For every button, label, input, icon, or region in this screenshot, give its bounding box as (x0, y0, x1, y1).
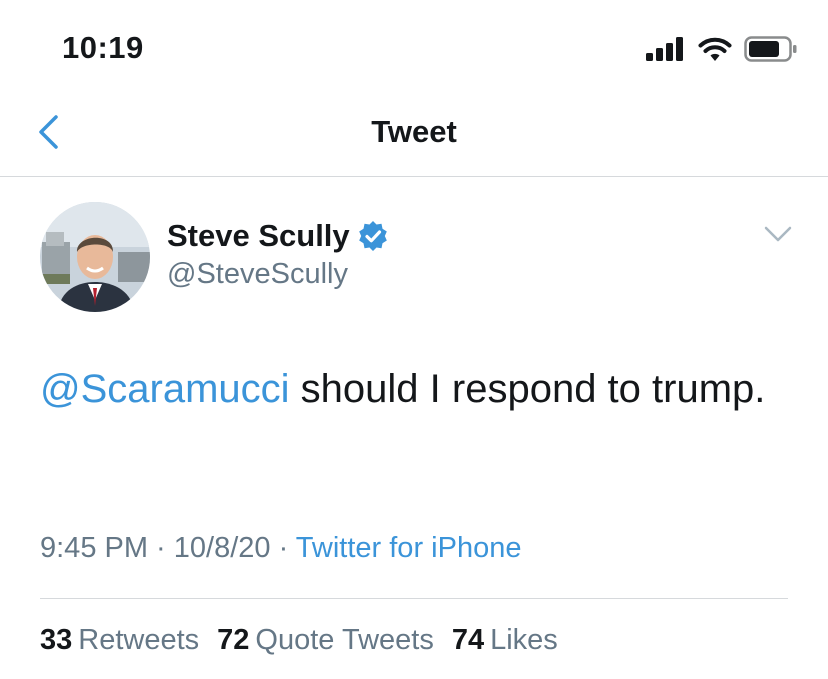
likes-stat[interactable]: 74 Likes (452, 624, 558, 657)
quote-tweets-stat[interactable]: 72 Quote Tweets (217, 624, 434, 657)
avatar-image (40, 202, 150, 312)
wifi-icon (698, 37, 732, 61)
retweets-count: 33 (40, 624, 73, 656)
tweet-body: should I respond to trump. (289, 367, 766, 411)
author-name[interactable]: Steve Scully (167, 218, 350, 254)
retweets-stat[interactable]: 33 Retweets (40, 624, 199, 657)
tweet-meta: 9:45 PM · 10/8/20 · Twitter for iPhone (40, 532, 521, 565)
avatar[interactable] (40, 202, 150, 312)
meta-separator: · (148, 532, 174, 564)
quote-tweets-label: Quote Tweets (255, 624, 434, 656)
tweet-date: 10/8/20 (173, 532, 271, 564)
verified-badge-icon (358, 221, 387, 251)
tweet-source-link[interactable]: Twitter for iPhone (296, 532, 522, 564)
likes-label: Likes (490, 624, 558, 656)
status-time: 10:19 (62, 30, 144, 65)
author-name-row[interactable]: Steve Scully (167, 218, 388, 254)
tweet-stats: 33 Retweets 72 Quote Tweets 74 Likes (40, 624, 576, 657)
divider (40, 598, 788, 599)
status-icons (646, 36, 798, 62)
likes-count: 74 (451, 624, 485, 656)
quote-tweets-count: 72 (217, 624, 250, 656)
meta-separator: · (270, 532, 296, 564)
author-handle[interactable]: @SteveScully (167, 258, 348, 291)
battery-icon (744, 36, 797, 62)
status-bar: 10:19 (0, 0, 828, 96)
page-title: Tweet (371, 114, 457, 149)
mention-link[interactable]: @Scaramucci (40, 367, 290, 411)
nav-bar: Tweet (0, 96, 828, 177)
retweets-label: Retweets (78, 624, 200, 656)
tweet-text: @Scaramucci should I respond to trump. (40, 356, 800, 422)
signal-icon (646, 37, 683, 61)
more-options-button[interactable] (760, 220, 796, 248)
tweet-time: 9:45 PM (40, 532, 148, 564)
chevron-down-icon (764, 226, 792, 242)
